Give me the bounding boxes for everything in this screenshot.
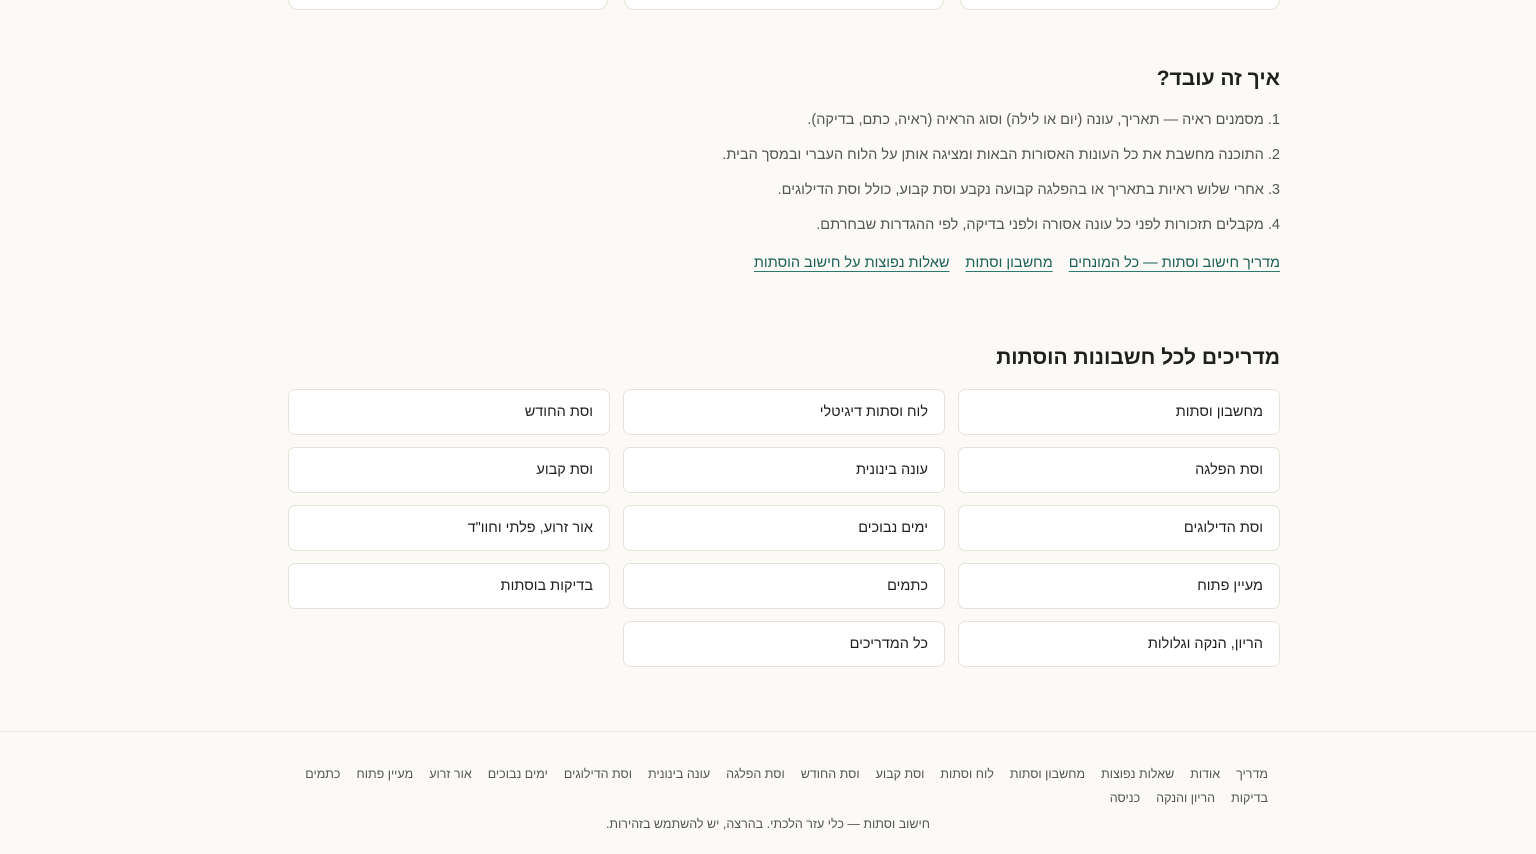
guide-card-checks[interactable]: בדיקות בוסתות <box>288 563 610 609</box>
step-item: 1. מסמנים ראיה — תאריך, עונה (יום או ליל… <box>807 112 1280 128</box>
how-it-works-steps: 1. מסמנים ראיה — תאריך, עונה (יום או ליל… <box>288 110 1280 250</box>
footer-link-faq[interactable]: שאלות נפוצות <box>1101 764 1174 784</box>
guide-card-digital-calendar[interactable]: לוח וסתות דיגיטלי <box>623 389 945 435</box>
link-calculator[interactable]: מחשבון וסתות <box>965 253 1052 273</box>
previous-section-cards <box>288 0 1280 10</box>
link-faq[interactable]: שאלות נפוצות על חישוב הוסתות <box>754 253 950 273</box>
how-it-works-section: איך זה עובד? 1. מסמנים ראיה — תאריך, עונ… <box>288 64 1280 273</box>
guide-card-fixed[interactable]: וסת קבוע <box>288 447 610 493</box>
footer-link-open-source[interactable]: מעיין פתוח <box>356 764 413 784</box>
footer-link-calculator[interactable]: מחשבון וסתות <box>1010 764 1085 784</box>
footer-link-skips[interactable]: וסת הדילוגים <box>564 764 632 784</box>
footer-nav: מדריך אודות שאלות נפוצות מחשבון וסתות לו… <box>288 764 1280 808</box>
step-item: 3. אחרי שלוש ראיות בתאריך או בהפלגה קבוע… <box>777 182 1280 198</box>
footer-link-login[interactable]: כניסה <box>1110 788 1140 808</box>
step-item: 4. מקבלים תזכורות לפני כל עונה אסורה ולפ… <box>816 217 1280 233</box>
step-item: 2. התוכנה מחשבת את כל העונות האסורות הבא… <box>722 147 1280 163</box>
guide-card-average[interactable]: עונה בינונית <box>623 447 945 493</box>
how-it-works-title: איך זה עובד? <box>1156 67 1280 90</box>
guide-card-calculator[interactable]: מחשבון וסתות <box>958 389 1280 435</box>
guides-grid: מחשבון וסתות לוח וסתות דיגיטלי וסת החודש… <box>288 389 1280 667</box>
previous-card[interactable] <box>624 0 944 10</box>
footer-link-average[interactable]: עונה בינונית <box>648 764 710 784</box>
footer-disclaimer: חישוב וסתות — כלי עזר הלכתי. בהרצה, יש ל… <box>605 817 931 831</box>
guide-card-or-zarua[interactable]: אור זרוע, פלתי וחוו"ד <box>288 505 610 551</box>
footer-link-about[interactable]: אודות <box>1190 764 1220 784</box>
site-footer: מדריך אודות שאלות נפוצות מחשבון וסתות לו… <box>0 731 1536 854</box>
guide-card-confused-days[interactable]: ימים נבוכים <box>623 505 945 551</box>
footer-link-guide[interactable]: מדריך <box>1236 764 1268 784</box>
footer-link-monthly[interactable]: וסת החודש <box>801 764 860 784</box>
footer-link-calendar[interactable]: לוח וסתות <box>940 764 993 784</box>
footer-link-stains[interactable]: כתמים <box>305 764 340 784</box>
footer-link-pregnancy[interactable]: הריון והנקה <box>1156 788 1215 808</box>
footer-link-or-zarua[interactable]: אור זרוע <box>429 764 472 784</box>
footer-link-confused-days[interactable]: ימים נבוכים <box>488 764 548 784</box>
guide-card-stains[interactable]: כתמים <box>623 563 945 609</box>
guide-card-interval[interactable]: וסת הפלגה <box>958 447 1280 493</box>
footer-link-fixed[interactable]: וסת קבוע <box>876 764 925 784</box>
guide-card-monthly[interactable]: וסת החודש <box>288 389 610 435</box>
link-guide-terms[interactable]: מדריך חישוב וסתות — כל המונחים <box>1069 253 1280 273</box>
guide-card-all-guides[interactable]: כל המדריכים <box>623 621 945 667</box>
guide-card-skips[interactable]: וסת הדילוגים <box>958 505 1280 551</box>
guides-title: מדריכים לכל חשבונות הוסתות <box>996 346 1280 369</box>
related-links: מדריך חישוב וסתות — כל המונחים מחשבון וס… <box>288 253 1280 273</box>
previous-card[interactable] <box>960 0 1280 10</box>
guide-card-open-source[interactable]: מעיין פתוח <box>958 563 1280 609</box>
guides-section: מדריכים לכל חשבונות הוסתות מחשבון וסתות … <box>288 343 1280 667</box>
footer-link-checks[interactable]: בדיקות <box>1231 788 1268 808</box>
guide-card-pregnancy[interactable]: הריון, הנקה וגלולות <box>958 621 1280 667</box>
previous-card[interactable] <box>288 0 608 10</box>
footer-link-interval[interactable]: וסת הפלגה <box>726 764 785 784</box>
